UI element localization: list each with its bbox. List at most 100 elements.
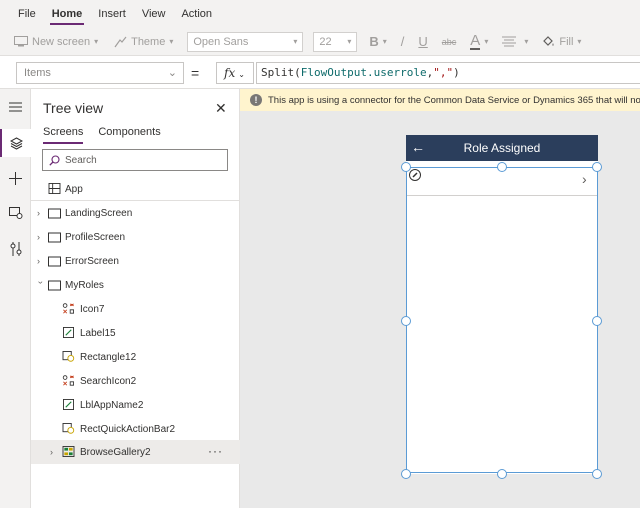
tree-item-label: LblAppName2 (80, 399, 144, 411)
underline-icon: U (418, 34, 428, 49)
property-dropdown[interactable]: Items ⌄ (16, 62, 184, 84)
font-size-value: 22 (319, 35, 332, 48)
search-box[interactable] (42, 149, 228, 171)
strikethrough-icon: abc (441, 36, 457, 47)
design-canvas[interactable]: ! This app is using a connector for the … (240, 89, 640, 508)
resize-handle[interactable] (497, 469, 507, 479)
align-icon (502, 36, 517, 47)
screen-icon (48, 232, 61, 243)
resize-handle[interactable] (497, 162, 507, 172)
resize-handle[interactable] (401, 316, 411, 326)
menu-action[interactable]: Action (173, 0, 220, 28)
formula-string: "," (433, 66, 454, 79)
insert-button[interactable] (0, 164, 31, 192)
tools-icon (10, 242, 21, 256)
tree-item-label15[interactable]: Label15 (31, 321, 240, 345)
screen-icon (48, 208, 61, 219)
tab-screens[interactable]: Screens (43, 126, 84, 144)
menu-insert[interactable]: Insert (90, 0, 134, 28)
chevron-down-icon: ▾ (347, 37, 352, 46)
fx-button[interactable]: fx ⌄ (216, 62, 254, 84)
tree-item-label: Icon7 (80, 303, 105, 315)
resize-handle[interactable] (401, 469, 411, 479)
font-select-value: Open Sans (193, 35, 249, 48)
formula-input[interactable]: Split(FlowOutput.userrole,",") (256, 62, 640, 84)
strikethrough-button[interactable]: abc (442, 37, 457, 47)
font-color-button[interactable]: A ▾ (470, 33, 488, 50)
tree-item-myroles[interactable]: › MyRoles (31, 273, 240, 297)
bold-icon: B (369, 34, 379, 49)
tree-item-label: App (65, 183, 83, 195)
font-size-select[interactable]: 22 ▾ (313, 31, 358, 52)
chevron-down-icon: ▾ (577, 37, 582, 46)
fx-icon: fx (224, 66, 236, 80)
tree-view-panel: Tree view ✕ Screens Components App › Lan… (31, 89, 240, 508)
screen-title: Role Assigned (463, 141, 541, 155)
formula-function: Split( (261, 66, 301, 79)
fill-button[interactable]: Fill ▾ (542, 35, 581, 48)
property-value: Items (24, 67, 51, 79)
resize-handle[interactable] (401, 162, 411, 172)
tree-item-landingscreen[interactable]: › LandingScreen (31, 201, 240, 225)
shape-control-icon (62, 423, 75, 434)
new-screen-label: New screen (32, 35, 91, 48)
tree-item-label: Label15 (80, 327, 116, 339)
tree-item-rectquickactionbar2[interactable]: RectQuickActionBar2 (31, 417, 240, 441)
warning-text: This app is using a connector for the Co… (268, 94, 640, 106)
formula-identifier: FlowOutput.userrole (300, 66, 427, 79)
tree-item-browsegallery2[interactable]: › BrowseGallery2 ··· (31, 440, 240, 464)
chevron-down-icon: ▾ (293, 37, 298, 46)
search-input[interactable] (65, 154, 215, 166)
data-sources-button[interactable] (0, 199, 31, 227)
menu-view[interactable]: View (134, 0, 174, 28)
hamburger-menu-button[interactable] (0, 93, 31, 121)
tab-components[interactable]: Components (98, 126, 160, 144)
theme-label: Theme (131, 35, 166, 48)
tree-item-label: ErrorScreen (65, 255, 119, 267)
tree-item-label: MyRoles (65, 279, 104, 291)
tree-item-rectangle12[interactable]: Rectangle12 (31, 345, 240, 369)
chevron-right-icon[interactable]: › (37, 208, 45, 218)
underline-button[interactable]: U (418, 34, 427, 49)
chevron-right-icon[interactable]: › (37, 232, 45, 242)
resize-handle[interactable] (592, 316, 602, 326)
italic-button[interactable]: / (401, 34, 405, 49)
align-button[interactable]: ▾ (502, 36, 528, 47)
chevron-down-icon: ▾ (524, 37, 529, 46)
tree-item-label: RectQuickActionBar2 (80, 423, 176, 435)
italic-icon: / (400, 34, 405, 49)
screen-header: ← Role Assigned (406, 135, 598, 161)
chevron-right-icon[interactable]: › (37, 256, 45, 266)
new-screen-button[interactable]: New screen ▾ (14, 36, 98, 48)
close-icon[interactable]: ✕ (215, 100, 227, 117)
tree-item-errorscreen[interactable]: › ErrorScreen (31, 249, 240, 273)
bold-button[interactable]: B ▾ (369, 34, 386, 49)
tree-item-lblappname2[interactable]: LblAppName2 (31, 393, 240, 417)
tree-view-button[interactable] (0, 129, 31, 157)
warning-banner: ! This app is using a connector for the … (240, 89, 640, 111)
search-icon (49, 154, 60, 166)
plus-icon (9, 171, 22, 185)
chevron-down-icon: ▾ (484, 37, 489, 46)
paint-bucket-icon (543, 36, 554, 46)
chevron-down-icon[interactable]: › (36, 281, 46, 289)
chevron-down-icon: ▾ (382, 37, 387, 46)
chevron-down-icon: ▾ (169, 37, 174, 46)
resize-handle[interactable] (592, 162, 602, 172)
tree-item-searchicon2[interactable]: SearchIcon2 (31, 369, 240, 393)
tree-item-label: ProfileScreen (65, 231, 126, 243)
selection-box (406, 167, 598, 473)
chevron-right-icon[interactable]: › (50, 447, 58, 457)
menu-home[interactable]: Home (44, 0, 91, 28)
font-select[interactable]: Open Sans ▾ (187, 31, 304, 52)
resize-handle[interactable] (592, 469, 602, 479)
menu-file[interactable]: File (10, 0, 44, 28)
advanced-tools-button[interactable] (0, 235, 31, 263)
tree-item-icon7[interactable]: Icon7 (31, 297, 240, 321)
formula-bar: Items ⌄ = fx ⌄ Split(FlowOutput.userrole,… (0, 57, 640, 89)
tree-item-profilescreen[interactable]: › ProfileScreen (31, 225, 240, 249)
theme-button[interactable]: Theme ▾ (114, 36, 173, 48)
toolbar: New screen ▾ Theme ▾ Open Sans ▾ 22 ▾ B … (0, 28, 640, 56)
tree-item-app[interactable]: App (31, 177, 240, 201)
more-options-icon[interactable]: ··· (208, 444, 223, 458)
